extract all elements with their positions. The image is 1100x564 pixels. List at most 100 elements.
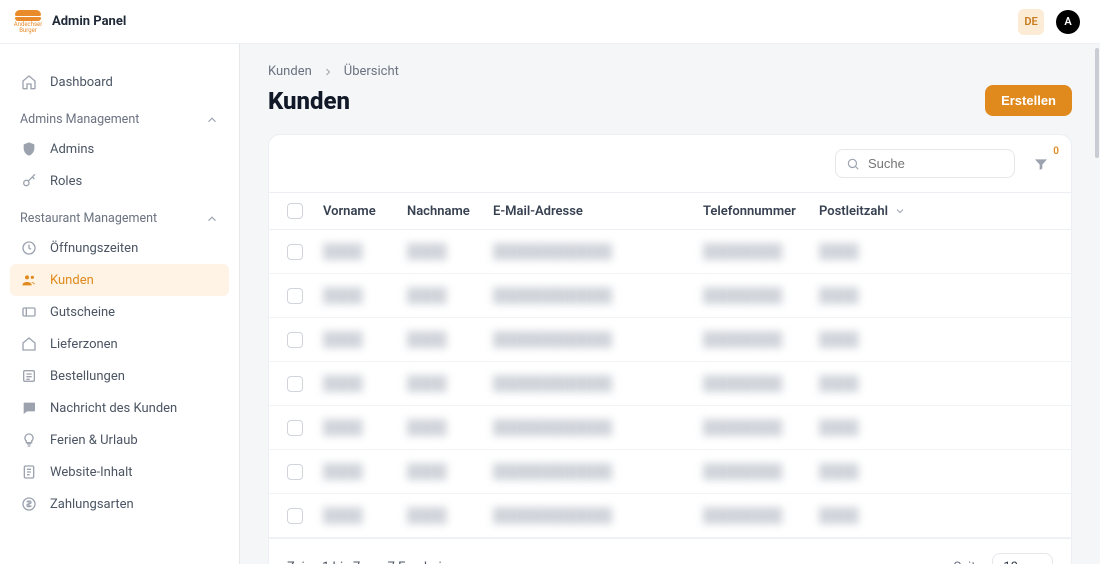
user-avatar[interactable]: A [1056, 10, 1080, 34]
sidebar-item-label: Öffnungszeiten [50, 241, 138, 256]
language-switch[interactable]: DE [1018, 9, 1044, 35]
topbar: Andechser Burger Admin Panel DE A [0, 0, 1100, 44]
cell-email: ████████████ [493, 331, 703, 348]
chevron-down-icon [894, 205, 906, 217]
chevron-up-icon [205, 212, 219, 226]
table-row[interactable]: ████████████████████████████████ [269, 494, 1071, 538]
sidebar-item-label: Nachricht des Kunden [50, 401, 177, 416]
row-checkbox[interactable] [287, 464, 303, 480]
card-toolbar: 0 [269, 135, 1071, 192]
sidebar-item-label: Bestellungen [50, 369, 125, 384]
document-icon [20, 464, 38, 480]
table-row[interactable]: ████████████████████████████████ [269, 274, 1071, 318]
list-icon [20, 368, 38, 384]
brand: Andechser Burger Admin Panel [14, 10, 126, 34]
cell-email: ████████████ [493, 463, 703, 480]
scrollbar[interactable] [1094, 44, 1100, 564]
per-page-value: 10 [1003, 560, 1018, 564]
brand-logo-subtext: Andechser Burger [14, 22, 43, 34]
sidebar-item-label: Lieferzonen [50, 337, 118, 352]
per-page-select[interactable]: 10 [992, 553, 1053, 564]
cell-nachname: ████ [407, 243, 493, 260]
sidebar-item-label: Gutscheine [50, 305, 115, 320]
main-content: Kunden Übersicht Kunden Erstellen [240, 44, 1100, 564]
search-input[interactable] [868, 156, 1004, 171]
chevron-up-icon [205, 113, 219, 127]
sidebar-item-vouchers[interactable]: Gutscheine [10, 296, 229, 328]
home-icon [20, 336, 38, 352]
row-checkbox[interactable] [287, 288, 303, 304]
cell-plz: ████ [819, 331, 939, 348]
per-page-label: pro Seite [931, 560, 982, 564]
sidebar-item-label: Kunden [50, 273, 94, 288]
breadcrumb: Kunden Übersicht [268, 64, 1072, 79]
column-email[interactable]: E-Mail-Adresse [493, 204, 703, 219]
sidebar-item-label: Admins [50, 142, 94, 157]
sidebar-group-label: Admins Management [20, 112, 139, 127]
home-icon [20, 74, 38, 90]
column-nachname[interactable]: Nachname [407, 204, 493, 219]
row-checkbox[interactable] [287, 420, 303, 436]
sidebar-item-inbox[interactable]: Nachricht des Kunden [10, 392, 229, 424]
sidebar-item-roles[interactable]: Roles [10, 165, 229, 197]
cell-nachname: ████ [407, 507, 493, 524]
cell-vorname: ████ [323, 331, 407, 348]
sidebar-item-orders[interactable]: Bestellungen [10, 360, 229, 392]
row-checkbox[interactable] [287, 376, 303, 392]
cell-telefon: ████████ [703, 331, 819, 348]
cell-nachname: ████ [407, 287, 493, 304]
cell-plz: ████ [819, 507, 939, 524]
cell-vorname: ████ [323, 375, 407, 392]
cell-telefon: ████████ [703, 375, 819, 392]
message-icon [20, 400, 38, 416]
cell-nachname: ████ [407, 463, 493, 480]
sidebar-item-label: Roles [50, 174, 82, 189]
row-checkbox[interactable] [287, 332, 303, 348]
sidebar-item-label: Website-Inhalt [50, 465, 133, 480]
table-row[interactable]: ████████████████████████████████ [269, 318, 1071, 362]
search-input-wrap[interactable] [835, 149, 1015, 178]
cell-vorname: ████ [323, 419, 407, 436]
cell-plz: ████ [819, 463, 939, 480]
sidebar-item-label: Zahlungsarten [50, 497, 134, 512]
sidebar-item-admins[interactable]: Admins [10, 133, 229, 165]
sidebar-item-label: Ferien & Urlaub [50, 433, 138, 448]
cell-plz: ████ [819, 287, 939, 304]
sidebar-item-customers[interactable]: Kunden [10, 264, 229, 296]
column-postleitzahl[interactable]: Postleitzahl [819, 204, 939, 219]
filter-button[interactable]: 0 [1029, 152, 1053, 176]
cell-nachname: ████ [407, 331, 493, 348]
sidebar-item-holiday[interactable]: Ferien & Urlaub [10, 424, 229, 456]
column-vorname[interactable]: Vorname [323, 204, 407, 219]
users-icon [20, 272, 38, 288]
sidebar-item-hours[interactable]: Öffnungszeiten [10, 232, 229, 264]
sidebar-group-admins[interactable]: Admins Management [10, 98, 229, 133]
table-row[interactable]: ████████████████████████████████ [269, 230, 1071, 274]
key-icon [20, 173, 38, 189]
cell-email: ████████████ [493, 375, 703, 392]
sidebar-item-website[interactable]: Website-Inhalt [10, 456, 229, 488]
sidebar-item-payments[interactable]: Zahlungsarten [10, 488, 229, 520]
dollar-icon [20, 496, 38, 512]
create-button[interactable]: Erstellen [985, 85, 1072, 116]
cell-email: ████████████ [493, 507, 703, 524]
sidebar-item-delivery[interactable]: Lieferzonen [10, 328, 229, 360]
select-all-checkbox[interactable] [287, 203, 303, 219]
cell-plz: ████ [819, 375, 939, 392]
cell-plz: ████ [819, 419, 939, 436]
results-summary: Zeige 1 bis 7 von 7 Ergebnissen [287, 560, 469, 564]
table-row[interactable]: ████████████████████████████████ [269, 450, 1071, 494]
row-checkbox[interactable] [287, 244, 303, 260]
data-card: 0 Vorname Nachname E-Mail-Adresse Telefo… [268, 134, 1072, 564]
table-row[interactable]: ████████████████████████████████ [269, 362, 1071, 406]
table-footer: Zeige 1 bis 7 von 7 Ergebnissen pro Seit… [269, 538, 1071, 564]
breadcrumb-root[interactable]: Kunden [268, 64, 312, 79]
cell-vorname: ████ [323, 463, 407, 480]
sidebar-group-restaurant[interactable]: Restaurant Management [10, 197, 229, 232]
table-header: Vorname Nachname E-Mail-Adresse Telefonn… [269, 192, 1071, 230]
row-checkbox[interactable] [287, 508, 303, 524]
table-body: ████████████████████████████████████████… [269, 230, 1071, 538]
column-telefon[interactable]: Telefonnummer [703, 204, 819, 219]
sidebar-item-dashboard[interactable]: Dashboard [10, 66, 229, 98]
table-row[interactable]: ████████████████████████████████ [269, 406, 1071, 450]
